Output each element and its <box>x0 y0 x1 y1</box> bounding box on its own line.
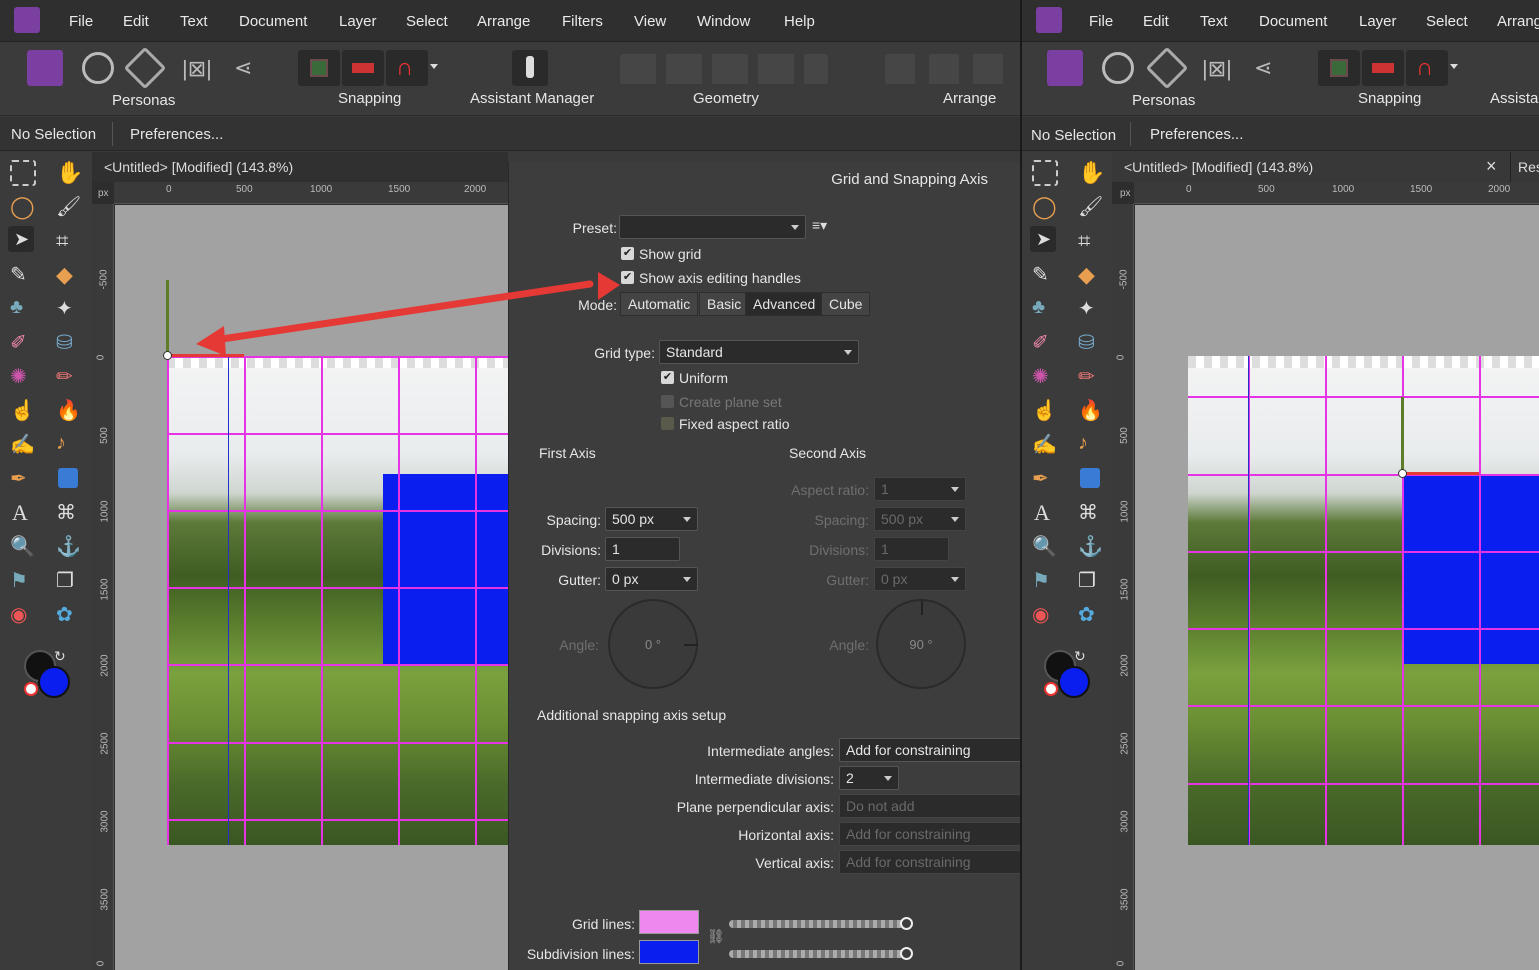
export-persona-icon[interactable] <box>1145 46 1189 90</box>
divider <box>1130 122 1131 146</box>
no-color-icon[interactable] <box>1044 682 1058 696</box>
pixel-persona-icon[interactable] <box>1102 52 1134 84</box>
grid-line <box>1479 356 1481 845</box>
context-toolbar: No Selection Preferences... <box>1022 117 1539 151</box>
bucket-tool-icon[interactable]: ⛁ <box>1078 330 1104 356</box>
brush-tool-icon[interactable]: 🖌 <box>1078 194 1104 220</box>
ruler-label: 0 <box>1115 354 1127 361</box>
marquee-tool-icon[interactable] <box>1032 160 1058 186</box>
document-view: <Untitled> [Modified] (143.8%) × Res px … <box>1112 152 1539 970</box>
no-selection-label: No Selection <box>1031 127 1117 144</box>
annotation-arrow <box>196 272 620 356</box>
preferences-button[interactable]: Preferences... <box>1150 126 1243 143</box>
ruler-label: 1000 <box>1119 500 1131 523</box>
magic-wand-icon[interactable]: ✦ <box>1078 296 1104 322</box>
menu-document[interactable]: Document <box>1259 13 1327 30</box>
move-tool-icon[interactable]: ➤ <box>1030 226 1056 252</box>
eraser-tool-icon[interactable]: ✐ <box>1032 330 1058 356</box>
affinity-logo-icon[interactable] <box>1036 7 1062 33</box>
ruler-label: 1000 <box>1332 184 1355 195</box>
menu-edit[interactable]: Edit <box>1143 13 1169 30</box>
garden-photo[interactable] <box>1188 356 1539 845</box>
assistant-manager-label: Assistar <box>1490 90 1539 107</box>
menu-text[interactable]: Text <box>1200 13 1228 30</box>
snapping-dropdown-icon[interactable] <box>1450 64 1458 69</box>
designer-persona-icon[interactable] <box>1047 50 1083 86</box>
axis-handle-vertical[interactable] <box>1401 397 1404 473</box>
left-window: File Edit Text Document Layer Select Arr… <box>0 0 1020 970</box>
main-toolbar: |⊠| ⋖ Personas ∩ Snapping Assistar <box>1022 42 1539 116</box>
rectangle-tool-icon[interactable] <box>1080 468 1100 488</box>
tab-divider <box>1510 152 1511 182</box>
document-tab[interactable]: <Untitled> [Modified] (143.8%) × Res <box>1112 152 1539 182</box>
red-eye-icon[interactable]: ◉ <box>1032 602 1058 628</box>
ruler-label: 500 <box>1118 427 1130 444</box>
transparency-strip <box>1188 356 1539 368</box>
hand-tool-icon[interactable]: ✋ <box>1078 160 1105 186</box>
paint-brush-icon[interactable]: ✏ <box>1078 364 1104 390</box>
tools-panel: ✋ ◯ 🖌 ➤ ⌗ ✎ ◆ ♣ ✦ ✐ ⛁ ✺ ✏ ☝ 🔥 ✍ ♪ ✒ A ⌘ … <box>1022 152 1112 970</box>
menu-select[interactable]: Select <box>1426 13 1468 30</box>
second-tab-label[interactable]: Res <box>1518 159 1539 175</box>
zoom-tool-icon[interactable]: 🔍 <box>1032 534 1058 560</box>
horizontal-ruler: px 0 500 1000 1500 2000 <box>1120 182 1539 204</box>
ruler-label: 2000 <box>1119 654 1131 677</box>
lasso-tool-icon[interactable]: ◯ <box>1032 194 1058 220</box>
ruler-unit: px <box>1120 188 1131 199</box>
blue-rectangle[interactable] <box>1403 474 1539 664</box>
ruler-label: 2000 <box>1488 184 1511 195</box>
ruler-label: 0 <box>1115 960 1127 967</box>
vertical-ruler: -500 0 500 1000 1500 2000 2500 3000 3500… <box>1112 204 1134 970</box>
snapping-magnet-icon[interactable]: ∩ <box>1406 50 1448 86</box>
axis-handle-horizontal[interactable] <box>1403 472 1479 475</box>
grid-line <box>1188 474 1539 476</box>
ruler-label: 500 <box>1258 184 1275 195</box>
stock-icon[interactable]: |⊠| <box>1198 50 1234 86</box>
menu-layer[interactable]: Layer <box>1359 13 1397 30</box>
menu-bar: File Edit Text Document Layer Select Arr… <box>1022 0 1539 42</box>
document-title: <Untitled> [Modified] (143.8%) <box>1124 159 1314 175</box>
ruler-label: 1500 <box>1410 184 1433 195</box>
color-picker-icon[interactable]: ✎ <box>1032 262 1058 288</box>
snap-bounds-icon[interactable] <box>1362 50 1404 86</box>
smudge-tool-icon[interactable]: ☝ <box>1032 398 1058 424</box>
layers-tool-icon[interactable]: ❐ <box>1078 568 1104 594</box>
inpainting-icon[interactable]: ✍ <box>1032 432 1058 458</box>
ruler-label: -500 <box>1118 269 1130 290</box>
personas-label: Personas <box>1132 92 1196 109</box>
ruler-label: 1500 <box>1119 578 1131 601</box>
grid-line <box>1188 705 1539 707</box>
ruler-label: 2500 <box>1119 732 1131 755</box>
text-tool-icon[interactable]: A <box>1034 500 1060 526</box>
mesh-warp-icon[interactable]: ⌘ <box>1078 500 1104 526</box>
share-icon[interactable]: ⋖ <box>1246 50 1282 86</box>
mixer-brush-icon[interactable]: ✺ <box>1032 364 1058 390</box>
close-tab-icon[interactable]: × <box>1486 156 1497 177</box>
burn-tool-icon[interactable]: 🔥 <box>1078 398 1104 424</box>
crop-tool-icon[interactable]: ⌗ <box>1078 228 1104 254</box>
grid-line <box>1325 356 1327 845</box>
pen-tool-icon[interactable]: ✒ <box>1032 466 1058 492</box>
flag-tool-icon[interactable]: ⚑ <box>1032 568 1058 594</box>
frequency-tool-icon[interactable]: ✿ <box>1078 602 1104 628</box>
grid-line <box>1188 551 1539 553</box>
snapping-label: Snapping <box>1358 90 1422 107</box>
dodge-tool-icon[interactable]: ♪ <box>1078 432 1104 458</box>
ruler-label: 3500 <box>1119 888 1131 911</box>
menu-arrange[interactable]: Arrang <box>1497 13 1539 30</box>
grid-line <box>1188 396 1539 398</box>
right-window: File Edit Text Document Layer Select Arr… <box>1022 0 1539 970</box>
fill-tool-icon[interactable]: ◆ <box>1078 262 1104 288</box>
snap-grid-icon[interactable] <box>1318 50 1360 86</box>
ruler-label: 0 <box>1186 184 1192 195</box>
pin-tool-icon[interactable]: ⚓ <box>1078 534 1104 560</box>
axis-origin-handle[interactable] <box>1398 469 1407 478</box>
ruler-label: 3000 <box>1119 810 1131 833</box>
grid-line <box>1188 628 1539 630</box>
guide-line <box>1248 356 1249 845</box>
grid-line <box>1188 783 1539 785</box>
swap-colors-icon[interactable]: ↻ <box>1074 648 1100 674</box>
menu-file[interactable]: File <box>1089 13 1113 30</box>
stamp-tool-icon[interactable]: ♣ <box>1032 296 1058 322</box>
